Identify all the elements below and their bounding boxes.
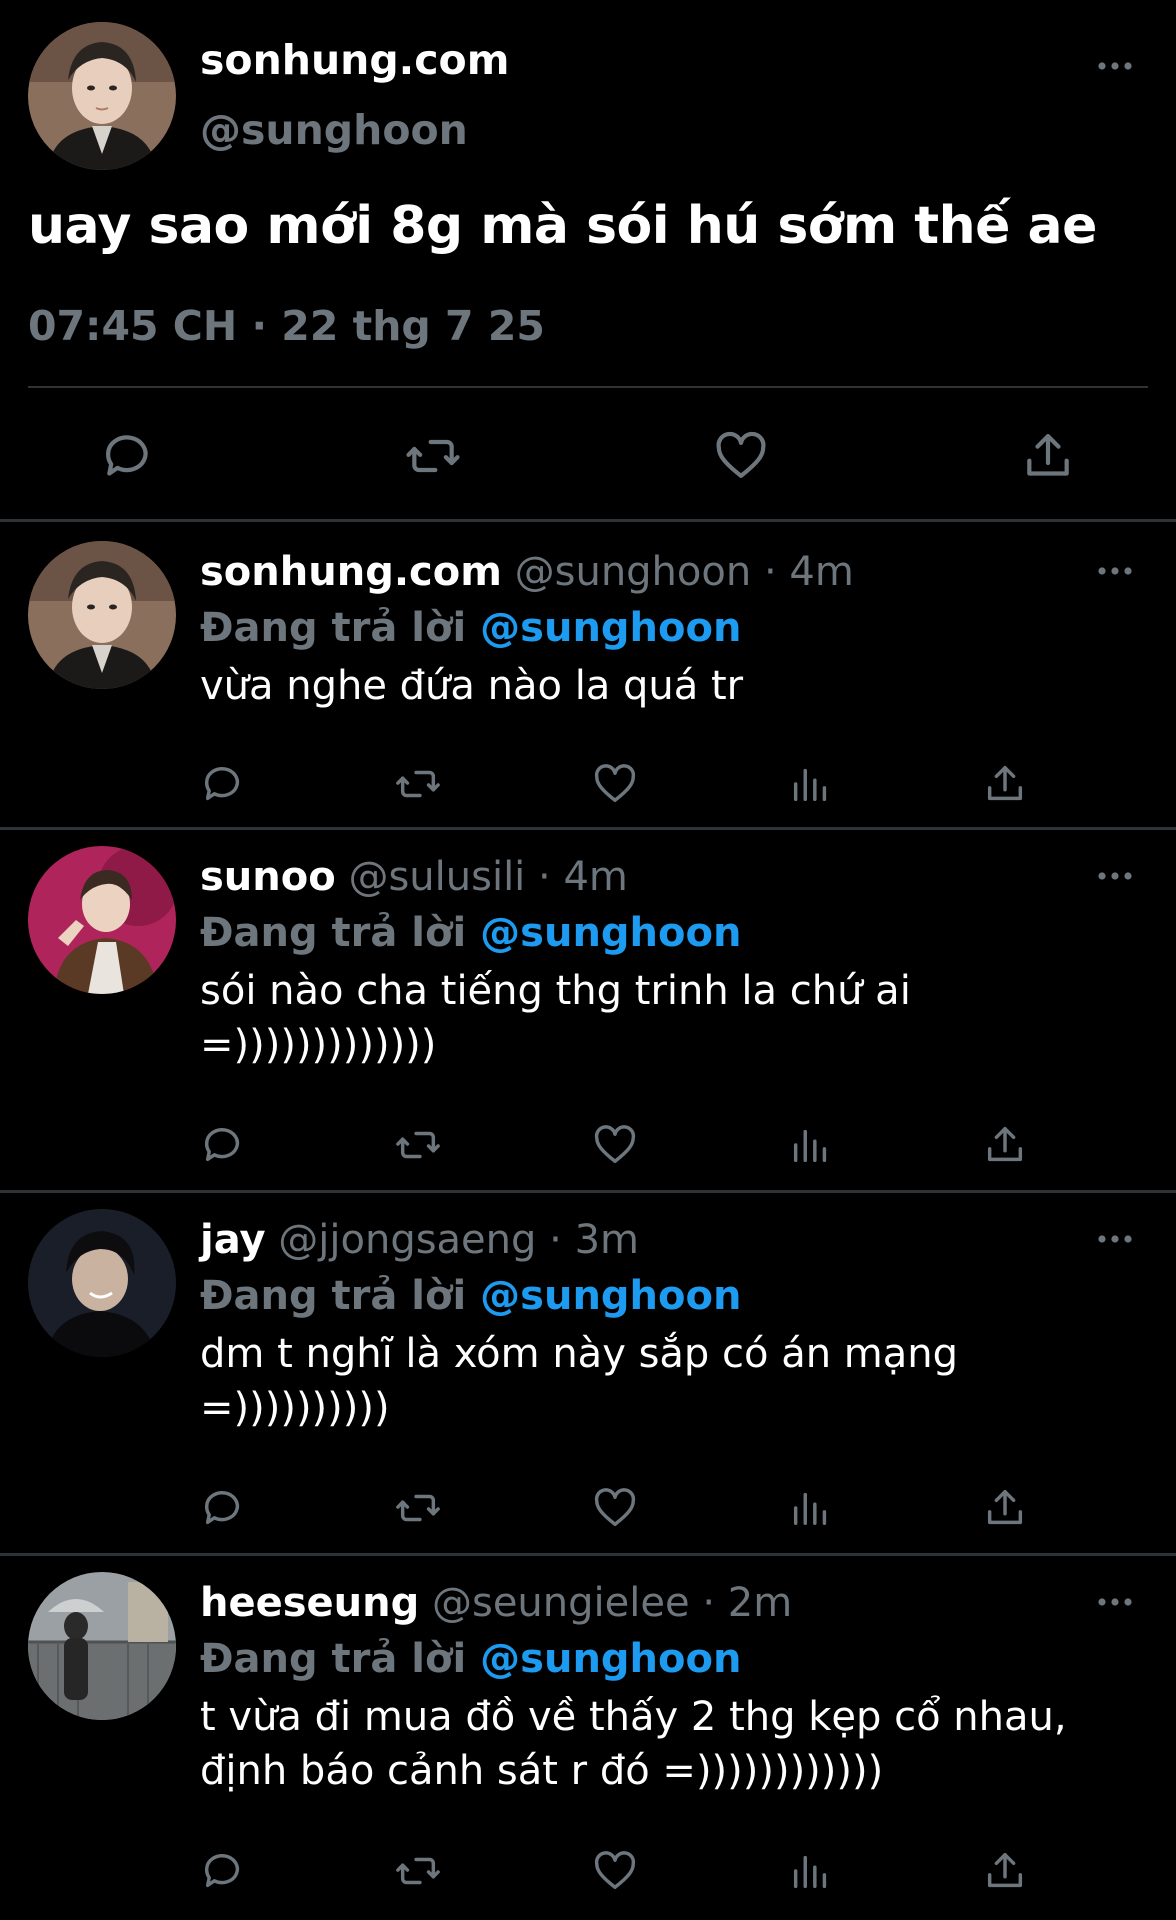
reply-time: · 2m	[702, 1580, 793, 1626]
replying-to-handle[interactable]: @sunghoon	[480, 1636, 741, 1682]
reply-text: dm t nghĩ là xóm này sắp có án mạng =)))…	[200, 1331, 959, 1431]
tweet-text: uay sao mới 8g mà sói hú sớm thế ae	[28, 196, 1097, 256]
replying-to: Đang trả lời @sunghoon	[200, 908, 741, 958]
analytics-icon[interactable]	[788, 1485, 834, 1531]
analytics-icon[interactable]	[788, 761, 834, 807]
analytics-icon[interactable]	[788, 1848, 834, 1894]
reply-icon[interactable]	[100, 428, 156, 484]
retweet-icon[interactable]	[405, 428, 461, 484]
reply-text: t vừa đi mua đồ về thấy 2 thg kẹp cổ nha…	[200, 1694, 1067, 1794]
user-handle[interactable]: @jjongsaeng	[278, 1217, 536, 1263]
tweet-timestamp[interactable]: 07:45 CH · 22 thg 7 25	[28, 302, 545, 350]
share-icon[interactable]	[1020, 428, 1076, 484]
profile-photo-sunghoon-icon	[28, 541, 176, 689]
display-name[interactable]: sonhung.com	[200, 36, 509, 84]
analytics-icon[interactable]	[788, 1122, 834, 1168]
reply-header: sunoo @sulusili · 4m	[200, 852, 628, 902]
reply-time: · 4m	[763, 549, 854, 595]
retweet-icon[interactable]	[395, 1848, 441, 1894]
display-name[interactable]: sonhung.com	[200, 549, 502, 595]
retweet-icon[interactable]	[395, 761, 441, 807]
reply-text: sói nào cha tiếng thg trinh la chứ ai =)…	[200, 968, 911, 1068]
user-handle[interactable]: @sulusili	[348, 854, 525, 900]
avatar[interactable]	[28, 846, 176, 994]
reply-actions	[200, 1485, 1040, 1531]
reply-item[interactable]: sunoo @sulusili · 4m Đang trả lời @sungh…	[0, 830, 1176, 1193]
share-icon[interactable]	[982, 761, 1028, 807]
reply-header: jay @jjongsaeng · 3m	[200, 1215, 639, 1265]
more-options-icon[interactable]	[1095, 56, 1135, 76]
profile-photo-jay-icon	[28, 1209, 176, 1357]
reply-icon[interactable]	[200, 761, 246, 807]
main-tweet: sonhung.com @sunghoon uay sao mới 8g mà …	[0, 0, 1176, 522]
replying-to: Đang trả lời @sunghoon	[200, 603, 741, 653]
like-icon[interactable]	[592, 1848, 638, 1894]
share-icon[interactable]	[982, 1122, 1028, 1168]
reply-actions	[200, 761, 1040, 807]
display-name[interactable]: sunoo	[200, 854, 336, 900]
replying-to-label: Đang trả lời	[200, 910, 467, 956]
replying-to-label: Đang trả lời	[200, 605, 467, 651]
more-options-icon[interactable]	[1095, 561, 1135, 581]
reply-icon[interactable]	[200, 1122, 246, 1168]
replying-to: Đang trả lời @sunghoon	[200, 1634, 741, 1684]
reply-time: · 4m	[538, 854, 628, 900]
more-options-icon[interactable]	[1095, 866, 1135, 886]
reply-time: · 3m	[549, 1217, 639, 1263]
divider	[28, 386, 1148, 388]
avatar[interactable]	[28, 1209, 176, 1357]
more-options-icon[interactable]	[1095, 1229, 1135, 1249]
reply-icon[interactable]	[200, 1848, 246, 1894]
profile-photo-heeseung-icon	[28, 1572, 176, 1720]
more-options-icon[interactable]	[1095, 1592, 1135, 1612]
replying-to-label: Đang trả lời	[200, 1273, 467, 1319]
replying-to-handle[interactable]: @sunghoon	[480, 910, 741, 956]
reply-actions	[200, 1122, 1040, 1168]
avatar[interactable]	[28, 541, 176, 689]
profile-photo-sunghoon-icon	[28, 22, 176, 170]
user-handle[interactable]: @seungielee	[432, 1580, 690, 1626]
replying-to-label: Đang trả lời	[200, 1636, 467, 1682]
display-name[interactable]: heeseung	[200, 1580, 419, 1626]
reply-header: sonhung.com @sunghoon · 4m	[200, 547, 854, 597]
reply-icon[interactable]	[200, 1485, 246, 1531]
reply-header: heeseung @seungielee · 2m	[200, 1578, 792, 1628]
profile-photo-sunoo-icon	[28, 846, 176, 994]
reply-text: vừa nghe đứa nào la quá tr	[200, 663, 744, 709]
reply-item[interactable]: jay @jjongsaeng · 3m Đang trả lời @sungh…	[0, 1193, 1176, 1556]
like-icon[interactable]	[592, 1485, 638, 1531]
retweet-icon[interactable]	[395, 1485, 441, 1531]
share-icon[interactable]	[982, 1848, 1028, 1894]
like-icon[interactable]	[592, 1122, 638, 1168]
reply-item[interactable]: sonhung.com @sunghoon · 4m Đang trả lời …	[0, 525, 1176, 830]
user-handle[interactable]: @sunghoon	[200, 106, 468, 154]
like-icon[interactable]	[592, 761, 638, 807]
avatar[interactable]	[28, 1572, 176, 1720]
user-handle[interactable]: @sunghoon	[515, 549, 752, 595]
reply-item[interactable]: heeseung @seungielee · 2m Đang trả lời @…	[0, 1556, 1176, 1920]
retweet-icon[interactable]	[395, 1122, 441, 1168]
avatar[interactable]	[28, 22, 176, 170]
reply-actions	[200, 1848, 1040, 1894]
replying-to-handle[interactable]: @sunghoon	[480, 605, 741, 651]
like-icon[interactable]	[713, 428, 769, 484]
share-icon[interactable]	[982, 1485, 1028, 1531]
replying-to-handle[interactable]: @sunghoon	[480, 1273, 741, 1319]
replying-to: Đang trả lời @sunghoon	[200, 1271, 741, 1321]
display-name[interactable]: jay	[200, 1217, 266, 1263]
